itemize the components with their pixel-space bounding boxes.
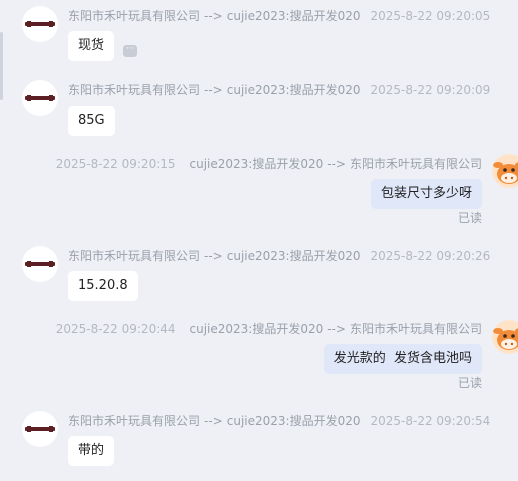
direction-arrow: --> [204, 249, 223, 263]
message-bubble[interactable]: 带的 [68, 436, 115, 466]
message-meta: 2025-8-22 09:20:44 cujie2023:搜品开发020 --> 东阳… [56, 320, 482, 337]
message-bubble[interactable]: 包装尺寸多少呀 [370, 179, 482, 209]
cow-avatar[interactable] [492, 320, 518, 354]
receiver-name: cujie2023:搜品开发020 [226, 414, 361, 428]
shop-logo-icon [25, 426, 55, 432]
receiver-name: 东阳市禾叶玩具有限公司 [349, 157, 482, 171]
message-bubble[interactable]: 15.20.8 [68, 271, 138, 301]
more-icon[interactable]: ··· [123, 45, 137, 57]
message-bubble[interactable]: 发光款的 发货含电池吗 [323, 344, 482, 374]
message-meta: 东阳市禾叶玩具有限公司 --> cujie2023:搜品开发020 2025-8-22… [68, 7, 490, 24]
chat-history: 东阳市禾叶玩具有限公司 --> cujie2023:搜品开发020 2025-8-22… [0, 0, 518, 481]
shop-logo-avatar[interactable] [22, 246, 58, 282]
sender-name: cujie2023:搜品开发020 [189, 157, 324, 171]
sender-name: 东阳市禾叶玩具有限公司 [68, 9, 201, 23]
direction-arrow: --> [327, 157, 346, 171]
read-status: 已读 [457, 211, 482, 225]
cow-avatar[interactable] [492, 154, 518, 188]
sender-name: 东阳市禾叶玩具有限公司 [68, 83, 201, 97]
shop-logo-icon [25, 261, 55, 267]
message-bubble[interactable]: 85G [68, 106, 115, 136]
sender-name: cujie2023:搜品开发020 [189, 322, 324, 336]
direction-arrow: --> [204, 414, 223, 428]
direction-arrow: --> [204, 83, 223, 97]
direction-arrow: --> [204, 9, 223, 23]
shop-logo-avatar[interactable] [22, 6, 58, 42]
message-time: 2025-8-22 09:20:05 [370, 9, 491, 23]
message-time: 2025-8-22 09:20:54 [370, 414, 491, 428]
message-time: 2025-8-22 09:20:26 [370, 249, 491, 263]
message-time: 2025-8-22 09:20:15 [55, 157, 176, 171]
receiver-name: cujie2023:搜品开发020 [226, 9, 361, 23]
read-status: 已读 [457, 376, 482, 390]
message-meta: 东阳市禾叶玩具有限公司 --> cujie2023:搜品开发020 2025-8-22… [68, 81, 490, 98]
sender-name: 东阳市禾叶玩具有限公司 [68, 414, 201, 428]
receiver-name: cujie2023:搜品开发020 [226, 83, 361, 97]
shop-logo-icon [25, 95, 55, 101]
message-meta: 东阳市禾叶玩具有限公司 --> cujie2023:搜品开发020 2025-8-22… [68, 247, 490, 264]
cow-icon [492, 320, 518, 354]
message-bubble[interactable]: 现货 [68, 31, 115, 61]
receiver-name: cujie2023:搜品开发020 [226, 249, 361, 263]
message-meta: 2025-8-22 09:20:15 cujie2023:搜品开发020 --> 东阳… [56, 155, 482, 172]
shop-logo-avatar[interactable] [22, 411, 58, 447]
receiver-name: 东阳市禾叶玩具有限公司 [349, 322, 482, 336]
message-time: 2025-8-22 09:20:09 [370, 83, 491, 97]
sender-name: 东阳市禾叶玩具有限公司 [68, 249, 201, 263]
message-time: 2025-8-22 09:20:44 [55, 322, 176, 336]
direction-arrow: --> [327, 322, 346, 336]
message-meta: 东阳市禾叶玩具有限公司 --> cujie2023:搜品开发020 2025-8-22… [68, 412, 490, 429]
cow-icon [492, 154, 518, 188]
shop-logo-avatar[interactable] [22, 80, 58, 116]
shop-logo-icon [25, 21, 55, 27]
